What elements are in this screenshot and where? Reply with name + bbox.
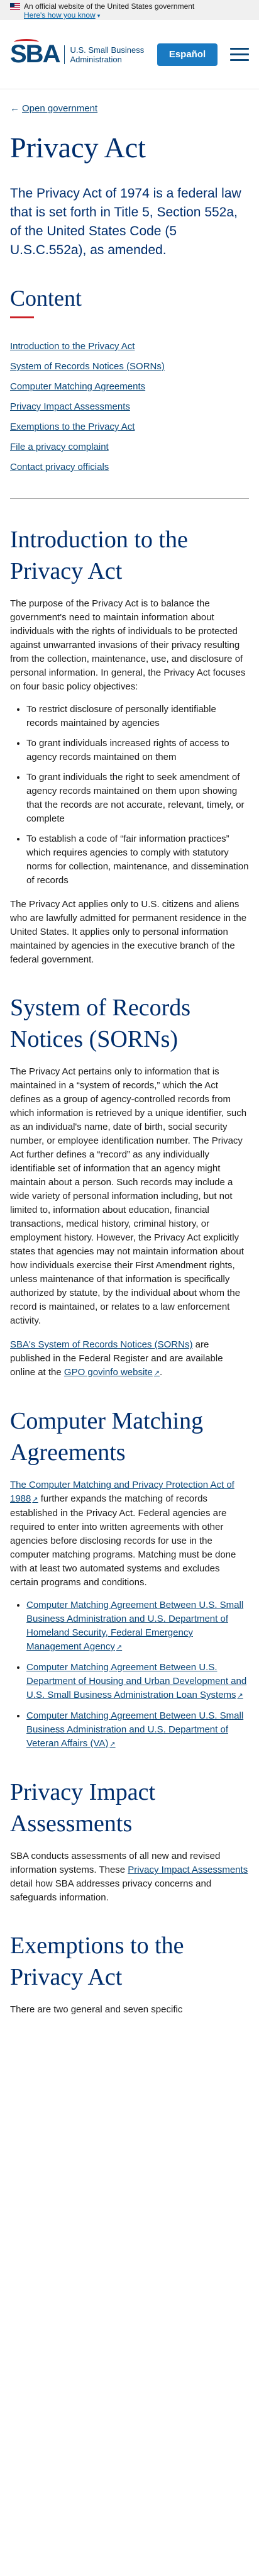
toc-link-exemptions[interactable]: Exemptions to the Privacy Act [10,421,135,432]
pia-link[interactable]: Privacy Impact Assessments [128,1865,248,1875]
objectives-list: To restrict disclosure of personally ide… [10,703,249,888]
external-link-icon: ↗ [32,1496,38,1503]
pia-paragraph: SBA conducts assessments of all new and … [10,1849,249,1905]
gpo-govinfo-label: GPO govinfo website [63,1367,153,1378]
sorns-link[interactable]: SBA's System of Records Notices (SORNs) [10,1339,192,1350]
sorn-paragraph-2: SBA's System of Records Notices (SORNs) … [10,1338,249,1380]
exemptions-heading: Exemptions to the Privacy Act [10,1932,184,1990]
pia-heading: Privacy Impact Assessments [10,1779,156,1837]
toc-item: Introduction to the Privacy Act [10,341,249,352]
list-item: To grant individuals the right to seek a… [26,771,249,826]
toc-link-file-complaint[interactable]: File a privacy complaint [10,442,109,452]
sba-logo[interactable]: SBA U.S. Small Business Administration [10,39,144,69]
list-item: Computer Matching Agreement Between U.S.… [26,1709,249,1751]
toc-link-privacy-impact[interactable]: Privacy Impact Assessments [10,401,130,412]
back-link[interactable]: ← Open government [10,103,249,114]
heading-accent-rule [10,316,34,318]
list-item: Computer Matching Agreement Between U.S.… [26,1598,249,1654]
cma-heading: Computer Matching Agreements [10,1408,204,1466]
page-title: Privacy Act [10,131,146,164]
logo-text: U.S. Small Business Administration [64,45,144,64]
espanol-button[interactable]: Español [157,43,218,66]
cma-paragraph-1: The Computer Matching and Privacy Protec… [10,1478,249,1590]
intro-heading: Introduction to the Privacy Act [10,527,188,584]
agreement-link-va[interactable]: Computer Matching Agreement Between U.S.… [26,1710,243,1749]
toc-item: Exemptions to the Privacy Act [10,421,249,433]
arrow-left-icon: ← [10,103,19,114]
site-header: SBA U.S. Small Business Administration E… [0,20,259,89]
main-content: ← Open government Privacy Act The Privacy… [0,103,259,2017]
toc-item: Contact privacy officials [10,462,249,473]
toc-link-contact-officials[interactable]: Contact privacy officials [10,462,109,472]
toc-link-introduction[interactable]: Introduction to the Privacy Act [10,341,135,352]
back-link-label: Open government [22,103,98,114]
toc-item: File a privacy complaint [10,442,249,453]
intro-paragraph-1: The purpose of the Privacy Act is to bal… [10,598,246,692]
logo-line-2: Administration [70,54,122,64]
external-link-icon: ↗ [116,1644,123,1651]
agreement-label: Computer Matching Agreement Between U.S.… [26,1662,247,1700]
toc-link-computer-matching[interactable]: Computer Matching Agreements [10,381,145,392]
table-of-contents: Introduction to the Privacy Act System o… [10,341,249,473]
toc-item: Privacy Impact Assessments [10,401,249,413]
how-you-know-toggle[interactable]: Here's how you know ▾ [24,11,100,20]
logo-line-1: U.S. Small Business [70,45,145,55]
agreements-list: Computer Matching Agreement Between U.S.… [10,1598,249,1751]
external-link-icon: ↗ [109,1741,116,1748]
agreement-label: Computer Matching Agreement Between U.S.… [26,1600,244,1652]
us-flag-icon [10,3,20,10]
external-link-icon: ↗ [237,1692,243,1700]
sorn-paragraph-end: . [160,1367,163,1378]
sorn-heading: System of Records Notices (SORNs) [10,995,191,1052]
toc-item: Computer Matching Agreements [10,381,249,393]
agreement-link-fema[interactable]: Computer Matching Agreement Between U.S.… [26,1600,243,1652]
official-site-text: An official website of the United States… [24,2,195,11]
section-divider [10,498,249,499]
external-link-icon: ↗ [153,1369,160,1377]
exemptions-paragraph: There are two general and seven specific [10,2004,183,2015]
agreement-label: Computer Matching Agreement Between U.S.… [26,1710,244,1749]
toc-link-sorns[interactable]: System of Records Notices (SORNs) [10,361,165,372]
how-you-know-label: Here's how you know [24,11,96,20]
menu-icon[interactable] [230,48,249,61]
agreement-link-hud[interactable]: Computer Matching Agreement Between U.S.… [26,1662,246,1700]
gpo-govinfo-link[interactable]: GPO govinfo website ↗ [64,1367,160,1378]
gov-banner: An official website of the United States… [0,0,259,20]
pia-text-end: detail how SBA addresses privacy concern… [10,1878,212,1903]
list-item: To restrict disclosure of personally ide… [26,703,249,730]
chevron-down-icon: ▾ [97,13,101,19]
lead-paragraph: The Privacy Act of 1974 is a federal law… [10,186,241,257]
toc-item: System of Records Notices (SORNs) [10,361,249,372]
content-heading: Content [10,286,82,311]
list-item: To grant individuals increased rights of… [26,737,249,764]
intro-paragraph-2: The Privacy Act applies only to U.S. cit… [10,899,247,965]
sba-logo-mark: SBA [10,39,60,69]
list-item: Computer Matching Agreement Between U.S.… [26,1661,249,1703]
sorn-paragraph-1: The Privacy Act pertains only to informa… [10,1066,247,1326]
list-item: To establish a code of “fair information… [26,832,249,888]
cma-paragraph-text: further expands the matching of records … [10,1493,236,1588]
